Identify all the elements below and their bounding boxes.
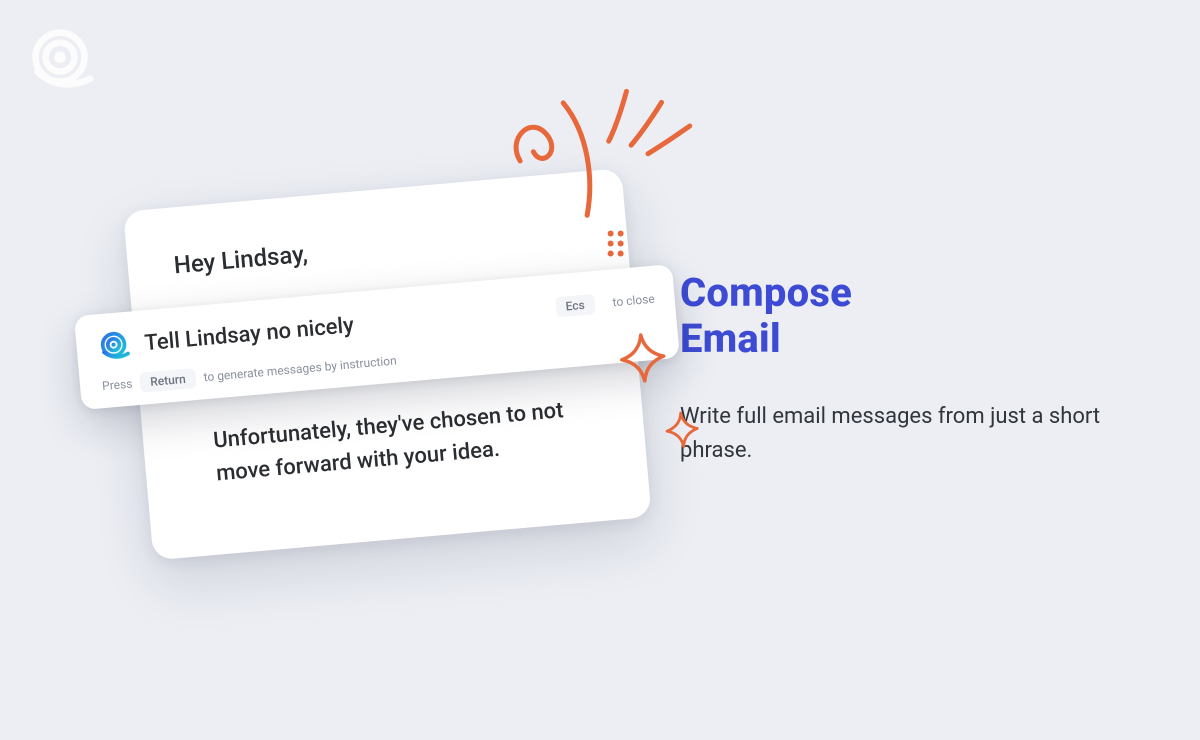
return-key-badge: Return [139,368,196,393]
email-greeting: Hey Lindsay, [173,216,582,279]
illustration-scene: Hey Lindsay, Unfortunately, they've chos… [83,166,677,623]
esc-hint: to close [612,292,655,310]
email-body: Unfortunately, they've chosen to not mov… [212,393,586,491]
swirl-icon [24,24,96,96]
headline-line-2: Email [680,315,781,362]
return-hint: to generate messages by instruction [203,353,397,384]
brand-logo-corner [24,24,96,96]
drag-handle-icon[interactable] [608,231,632,255]
section-subtext: Write full email messages from just a sh… [680,400,1140,468]
swirl-icon [95,328,132,365]
headline-line-1: Compose [680,269,852,316]
esc-key-badge: Ecs [555,294,596,317]
section-headline: Compose Email [680,270,1140,362]
press-label: Press [102,377,133,394]
